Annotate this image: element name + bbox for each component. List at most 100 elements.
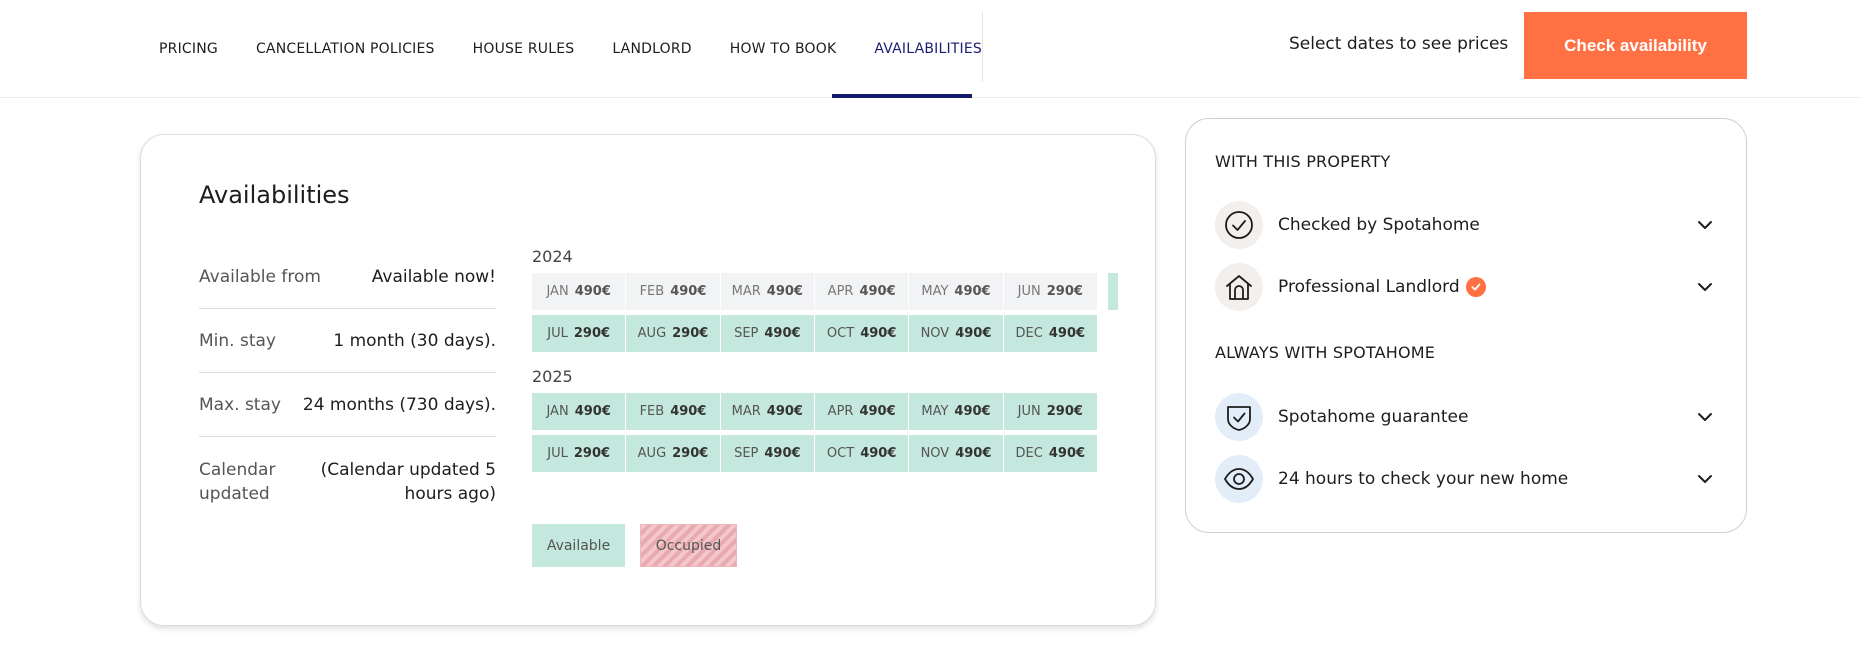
month-name: JUN (1017, 404, 1041, 419)
chevron-down-icon[interactable] (1695, 215, 1715, 235)
nav-house-rules[interactable]: HOUSE RULES (473, 41, 575, 57)
month-name: MAR (731, 284, 761, 299)
spotahome-guarantee-row[interactable]: Spotahome guarantee (1215, 393, 1715, 441)
info-row-max-stay: Max. stay 24 months (730 days). (199, 373, 496, 437)
calendar-month-cell[interactable]: MAY 490€ (909, 393, 1003, 430)
calendar-scroll-edge (1108, 273, 1118, 310)
month-name: JAN (546, 284, 569, 299)
select-dates-prompt: Select dates to see prices (1289, 34, 1509, 54)
benefit-label: Checked by Spotahome (1278, 215, 1480, 235)
calendar-month-cell[interactable]: JAN 490€ (532, 273, 626, 310)
availability-info: Available from Available now! Min. stay … (199, 245, 496, 527)
nav-availabilities[interactable]: AVAILABILITIES (874, 41, 982, 57)
month-price: 490€ (955, 326, 992, 341)
nav-cancellation-policies[interactable]: CANCELLATION POLICIES (256, 41, 435, 57)
calendar-month-cell[interactable]: FEB 490€ (626, 273, 720, 310)
nav-landlord[interactable]: LANDLORD (612, 41, 691, 57)
calendar-month-cell[interactable]: JAN 490€ (532, 393, 626, 430)
calendar-month-cell[interactable]: DEC 490€ (1003, 315, 1097, 352)
chevron-down-icon[interactable] (1695, 469, 1715, 489)
with-property-heading: WITH THIS PROPERTY (1215, 152, 1391, 171)
month-name: MAY (921, 404, 949, 419)
info-row-calendar-updated: Calendar updated (Calendar updated 5 hou… (199, 437, 496, 527)
calendar-month-cell[interactable]: NOV 490€ (909, 315, 1003, 352)
calendar-month-cell[interactable]: MAR 490€ (720, 393, 814, 430)
month-price: 290€ (573, 326, 611, 341)
info-value: Available now! (371, 266, 496, 287)
calendar-month-row: JAN 490€ FEB 490€ MAR 490€ APR 490€ MAY 490€ JUN 29… (532, 273, 1118, 310)
month-name: FEB (639, 284, 665, 299)
month-price: 290€ (573, 446, 611, 461)
legend-occupied: Occupied (640, 524, 737, 567)
check-circle-icon (1215, 201, 1263, 249)
benefit-label: Spotahome guarantee (1278, 407, 1469, 427)
month-name: FEB (639, 404, 665, 419)
checked-by-spotahome-row[interactable]: Checked by Spotahome (1215, 201, 1715, 249)
calendar-month-cell[interactable]: MAY 490€ (909, 273, 1003, 310)
month-price: 490€ (670, 404, 707, 419)
calendar-month-cell[interactable]: SEP 490€ (720, 315, 814, 352)
house-icon (1215, 263, 1263, 311)
eye-icon (1215, 455, 1263, 503)
month-price: 490€ (860, 446, 897, 461)
info-label: Max. stay (199, 394, 281, 415)
nav-how-to-book[interactable]: HOW TO BOOK (730, 41, 837, 57)
month-name: JUL (547, 326, 568, 341)
info-value: 24 months (730 days). (302, 394, 496, 415)
month-price: 490€ (954, 284, 991, 299)
calendar-month-cell[interactable]: JUN 290€ (1003, 273, 1097, 310)
calendar-month-cell[interactable]: OCT 490€ (814, 315, 909, 352)
calendar-year-label: 2024 (532, 247, 573, 266)
check-new-home-row[interactable]: 24 hours to check your new home (1215, 455, 1715, 503)
month-price: 490€ (766, 284, 803, 299)
calendar-month-row: JUL 290€ AUG 290€ SEP 490€ OCT 490€ NOV 490€ DEC 49… (532, 315, 1098, 352)
month-price: 490€ (574, 284, 611, 299)
chevron-down-icon[interactable] (1695, 277, 1715, 297)
info-row-min-stay: Min. stay 1 month (30 days). (199, 309, 496, 373)
section-nav: PRICING CANCELLATION POLICIES HOUSE RULE… (159, 0, 1020, 98)
info-label: Min. stay (199, 330, 276, 351)
nav-pricing[interactable]: PRICING (159, 41, 218, 57)
check-availability-button[interactable]: Check availability (1524, 12, 1747, 79)
info-label: Available from (199, 266, 321, 287)
calendar-month-cell[interactable]: JUL 290€ (532, 435, 626, 472)
calendar-month-cell[interactable]: AUG 290€ (626, 315, 720, 352)
calendar-month-cell[interactable]: DEC 490€ (1003, 435, 1097, 472)
availabilities-card: Availabilities Available from Available … (140, 134, 1156, 626)
calendar-month-row: JUL 290€ AUG 290€ SEP 490€ OCT 490€ NOV 490€ DEC 49… (532, 435, 1098, 472)
month-name: DEC (1015, 446, 1043, 461)
calendar-month-cell[interactable]: FEB 490€ (626, 393, 720, 430)
month-name: OCT (826, 446, 855, 461)
calendar-month-cell[interactable]: NOV 490€ (909, 435, 1003, 472)
info-value: 1 month (30 days). (333, 330, 496, 351)
always-with-spotahome-heading: ALWAYS WITH SPOTAHOME (1215, 343, 1436, 362)
month-price: 290€ (672, 326, 709, 341)
month-name: MAR (731, 404, 761, 419)
month-name: NOV (920, 446, 950, 461)
availabilities-title: Availabilities (199, 181, 350, 209)
calendar-month-cell[interactable]: JUN 290€ (1003, 393, 1097, 430)
legend-available: Available (532, 524, 625, 567)
calendar-month-cell[interactable]: APR 490€ (814, 393, 909, 430)
month-name: JAN (546, 404, 569, 419)
active-tab-indicator (832, 94, 972, 98)
calendar-month-cell[interactable]: APR 490€ (814, 273, 909, 310)
month-name: AUG (637, 446, 667, 461)
calendar-month-cell[interactable]: SEP 490€ (720, 435, 814, 472)
calendar-month-cell[interactable]: AUG 290€ (626, 435, 720, 472)
calendar-year-label: 2025 (532, 367, 573, 386)
calendar-month-cell[interactable]: OCT 490€ (814, 435, 909, 472)
chevron-down-icon[interactable] (1695, 407, 1715, 427)
property-benefits-panel: WITH THIS PROPERTY Checked by Spotahome … (1185, 118, 1747, 533)
month-price: 290€ (1046, 404, 1083, 419)
benefit-label: 24 hours to check your new home (1278, 469, 1569, 489)
month-name: APR (827, 284, 854, 299)
month-price: 290€ (672, 446, 709, 461)
month-price: 490€ (670, 284, 707, 299)
calendar-month-cell[interactable]: JUL 290€ (532, 315, 626, 352)
calendar-month-cell[interactable]: MAR 490€ (720, 273, 814, 310)
month-price: 490€ (954, 404, 991, 419)
benefit-label: Professional Landlord (1278, 277, 1486, 297)
month-price: 490€ (574, 404, 611, 419)
professional-landlord-row[interactable]: Professional Landlord (1215, 263, 1715, 311)
